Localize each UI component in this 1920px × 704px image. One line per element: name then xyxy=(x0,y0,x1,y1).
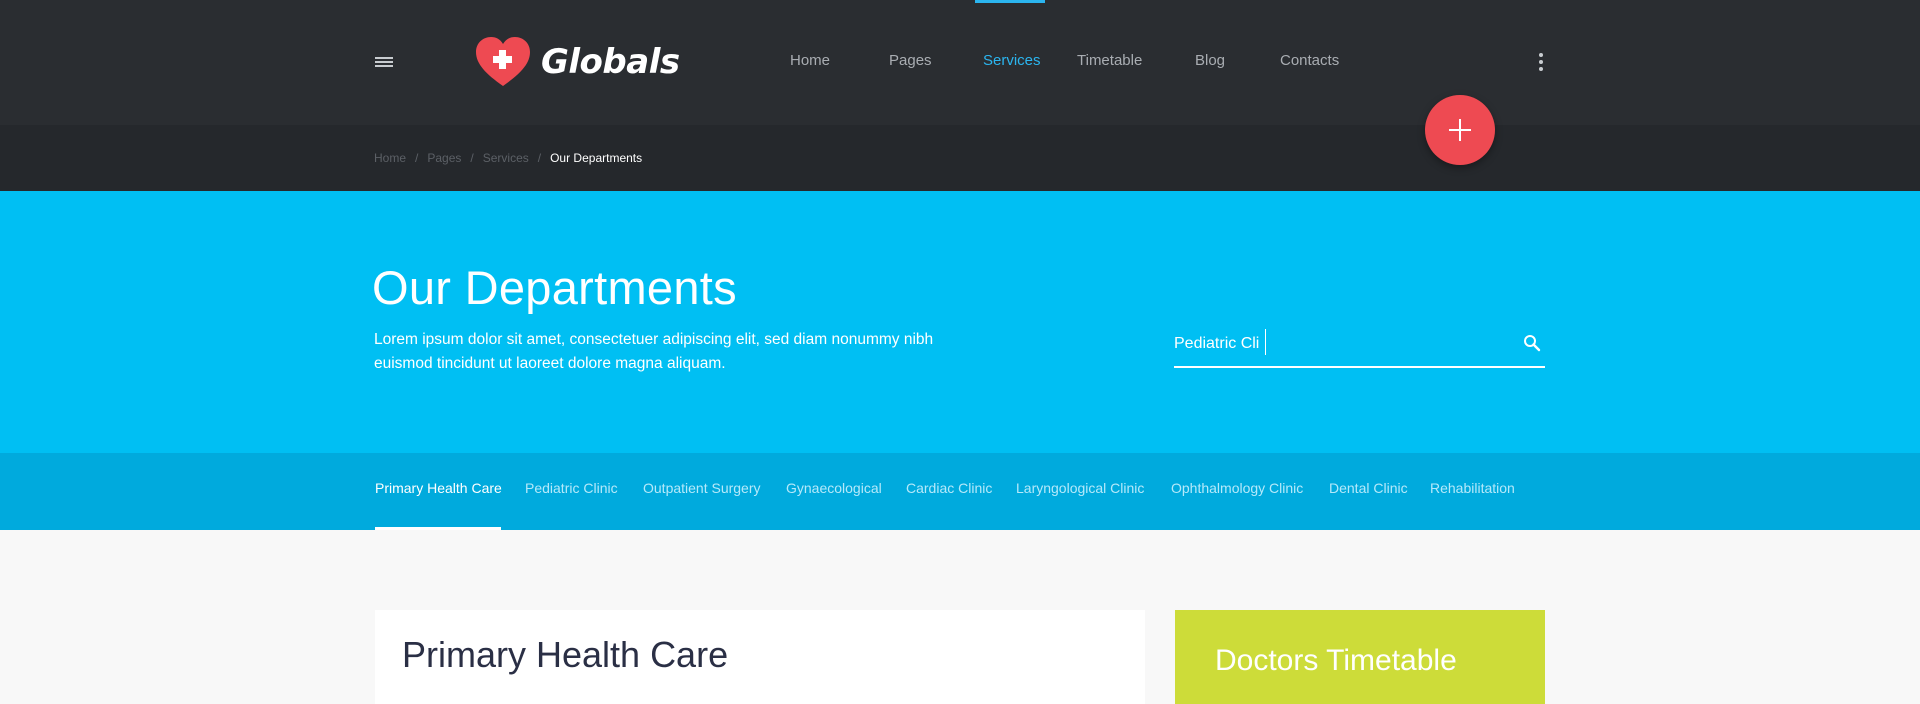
breadcrumb-bar xyxy=(0,125,1920,191)
tab-active-indicator xyxy=(375,527,501,530)
tab-dental-clinic[interactable]: Dental Clinic xyxy=(1329,480,1408,496)
nav-item-timetable[interactable]: Timetable xyxy=(1077,52,1142,69)
breadcrumb-separator: / xyxy=(415,151,419,165)
breadcrumb-services[interactable]: Services xyxy=(483,151,529,165)
breadcrumb: Home / Pages / Services / Our Department… xyxy=(374,151,642,165)
heart-cross-icon xyxy=(476,37,530,86)
breadcrumb-current: Our Departments xyxy=(550,151,643,165)
search-field xyxy=(1174,322,1545,368)
tab-primary-health-care[interactable]: Primary Health Care xyxy=(375,480,502,496)
nav-item-pages[interactable]: Pages xyxy=(889,52,932,69)
plus-icon[interactable] xyxy=(1425,95,1495,165)
tab-gynaecological[interactable]: Gynaecological xyxy=(786,480,882,496)
tab-outpatient-surgery[interactable]: Outpatient Surgery xyxy=(643,480,761,496)
tab-laryngological-clinic[interactable]: Laryngological Clinic xyxy=(1016,480,1144,496)
kebab-icon[interactable] xyxy=(1537,52,1545,74)
hero-section xyxy=(0,191,1920,453)
timetable-title: Doctors Timetable xyxy=(1215,644,1457,677)
breadcrumb-separator: / xyxy=(537,151,542,165)
page-description: Lorem ipsum dolor sit amet, consectetuer… xyxy=(374,331,934,372)
tab-pediatric-clinic[interactable]: Pediatric Clinic xyxy=(525,480,618,496)
breadcrumb-home[interactable]: Home xyxy=(374,151,406,165)
breadcrumb-pages[interactable]: Pages xyxy=(427,151,461,165)
tab-rehabilitation[interactable]: Rehabilitation xyxy=(1430,480,1515,496)
nav-item-contacts[interactable]: Contacts xyxy=(1280,52,1339,69)
nav-active-indicator xyxy=(975,0,1045,3)
nav-item-blog[interactable]: Blog xyxy=(1195,52,1225,69)
tab-cardiac-clinic[interactable]: Cardiac Clinic xyxy=(906,480,992,496)
search-icon[interactable] xyxy=(1523,334,1541,352)
hamburger-menu-icon[interactable] xyxy=(373,54,395,70)
logo[interactable]: Globals xyxy=(474,36,680,88)
nav-item-home[interactable]: Home xyxy=(790,52,830,69)
text-caret xyxy=(1265,329,1266,355)
page-title: Our Departments xyxy=(372,261,737,314)
department-tabs: Primary Health Care Pediatric Clinic Out… xyxy=(0,453,1920,530)
department-title: Primary Health Care xyxy=(402,634,729,675)
tab-ophthalmology-clinic[interactable]: Ophthalmology Clinic xyxy=(1171,480,1303,496)
breadcrumb-separator: / xyxy=(470,151,474,165)
department-card: Primary Health Care xyxy=(375,610,1145,704)
nav-item-services[interactable]: Services xyxy=(983,52,1041,69)
brand-name: Globals xyxy=(541,42,680,82)
timetable-widget[interactable]: Doctors Timetable xyxy=(1175,610,1545,704)
search-input[interactable] xyxy=(1174,330,1504,358)
